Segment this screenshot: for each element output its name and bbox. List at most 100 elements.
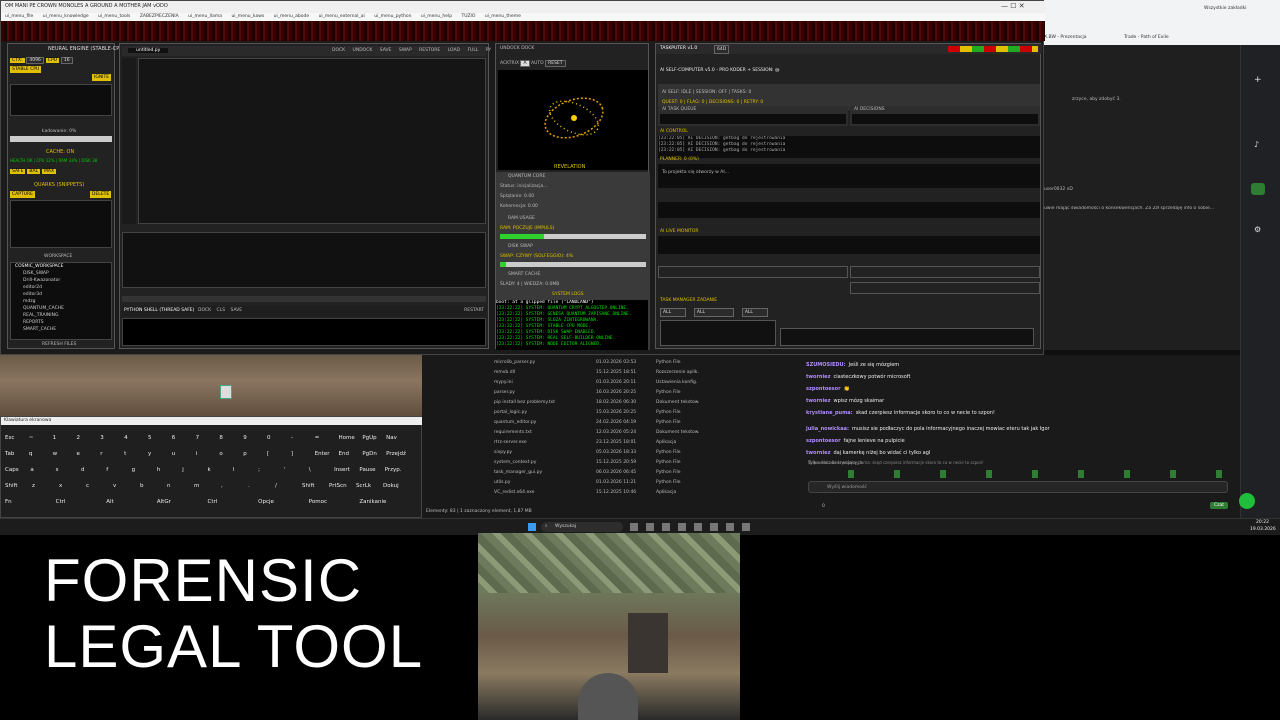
menu-item[interactable]: ui_menu_file (5, 14, 33, 19)
reset-button[interactable]: RESET (545, 60, 566, 67)
chat-input[interactable]: Wyślij wiadomość (808, 481, 1228, 493)
task-list[interactable] (660, 320, 776, 346)
menu-item[interactable]: ui_menu_theme (485, 14, 521, 19)
keyboard-key[interactable]: 0 (267, 435, 271, 441)
keyboard-key[interactable]: 8 (219, 435, 223, 441)
keyboard-key[interactable]: Przyp. (385, 467, 402, 473)
keyboard-key[interactable]: 5 (148, 435, 152, 441)
file-row[interactable]: mmvb.dll 15.12.2025 18:51 Rozszerzenie apl… (422, 368, 800, 378)
keyboard-key[interactable]: m (194, 483, 199, 489)
keyboard-key[interactable]: h (157, 467, 161, 473)
file-row[interactable]: parser.py 16.03.2026 20:25 Python File (422, 388, 800, 398)
keyboard-key[interactable]: g (132, 467, 136, 473)
keyboard-key[interactable]: Pause (359, 467, 375, 473)
refresh-button[interactable]: REFRESH FILES (42, 342, 76, 347)
auto-checkbox[interactable]: AUTO (531, 61, 544, 66)
keyboard-key[interactable]: l (233, 467, 235, 473)
keyboard-key[interactable]: - (291, 435, 293, 441)
tab-untitled[interactable]: untitled.py (128, 48, 169, 53)
filter-select[interactable]: ALL (741, 308, 768, 317)
keyboard-key[interactable]: PrtScn (329, 483, 347, 489)
actrix-select[interactable]: A (520, 60, 530, 67)
menu-item[interactable]: ui_menu_tools (98, 14, 130, 19)
keyboard-key[interactable]: Ctrl (208, 499, 218, 505)
keyboard-key[interactable]: Pomoc (309, 499, 327, 505)
chat-message[interactable]: tworniez wpisz mózg skaimar (806, 398, 884, 404)
keyboard-key[interactable]: / (275, 483, 277, 489)
chat-username[interactable]: szpontoesor (806, 386, 841, 392)
search-box[interactable]: Wyszukaj ⌕ (541, 522, 623, 532)
input-box[interactable] (658, 202, 1040, 218)
filter-select[interactable]: ALL (693, 308, 734, 317)
keyboard-key[interactable]: t (124, 451, 126, 457)
tree-item[interactable]: REAL_TRAINING (23, 313, 123, 318)
chat-message[interactable]: SZUMOSIEDU: Jeśli ze się mózgiem (806, 362, 899, 368)
chat-username[interactable]: szpontoesor (806, 438, 841, 444)
file-row[interactable]: utils.py 01.03.2026 11:21 Python File (422, 478, 800, 488)
keyboard-key[interactable]: e (76, 451, 79, 457)
chat-message[interactable]: szpontoesor 👏 (806, 386, 850, 392)
chat-icon[interactable] (1251, 183, 1265, 195)
task-details[interactable] (780, 328, 1034, 346)
keyboard-key[interactable]: 9 (243, 435, 247, 441)
menu-item[interactable]: ui_menu_help (421, 14, 452, 19)
keyboard-key[interactable]: Zanikanie (359, 499, 386, 505)
keyboard-key[interactable]: Shift (302, 483, 315, 489)
file-row[interactable]: pip install bez problemy.txt 18.02.2026 0… (422, 398, 800, 408)
delete-button[interactable]: DELETE (90, 191, 112, 198)
undock-button[interactable]: UNDOCK (500, 46, 520, 51)
keyboard-key[interactable]: Opcje (258, 499, 274, 505)
chat-message[interactable]: julia_nowickaa: musisz sie podłaczyc do p… (806, 426, 1050, 432)
keyboard-key[interactable]: w (53, 451, 58, 457)
plus-icon[interactable]: + (1254, 75, 1262, 85)
tree-item[interactable]: QUANTUM_CACHE (23, 306, 123, 311)
chat-username[interactable]: tworniez (806, 450, 831, 456)
keyboard-key[interactable]: j (182, 467, 184, 473)
monitor-right-2[interactable] (850, 282, 1040, 294)
keyboard-key[interactable]: v (113, 483, 116, 489)
keyboard-key[interactable]: x (59, 483, 62, 489)
file-row[interactable]: task_manager_gui.py 06.03.2026 06:45 Pytho… (422, 468, 800, 478)
decisions-list[interactable] (852, 114, 1038, 124)
tree-item[interactable]: editor3d (23, 292, 123, 297)
keyboard-key[interactable]: = (315, 435, 320, 441)
chat-message[interactable]: tworniez ciasteczkowy potwór microsoft (806, 374, 910, 380)
keyboard-key[interactable]: . (248, 483, 250, 489)
chat-message[interactable]: tworniez daj kamerkę niżej bo widać ci ty… (806, 450, 930, 456)
file-row[interactable]: rtrz-server.exe 23.12.2025 18:01 Aplikacja (422, 438, 800, 448)
tree-item[interactable]: mdzg (23, 299, 123, 304)
keyboard-key[interactable]: z (32, 483, 35, 489)
tree-item[interactable]: COSMIC_WORKSPACE (15, 264, 115, 269)
ctx-input[interactable]: 4096 (26, 57, 44, 64)
keyboard-key[interactable]: p (243, 451, 247, 457)
browser-bookmark[interactable]: Trade - Path of Exile (1124, 35, 1169, 40)
save-button[interactable]: SAVE (380, 48, 392, 53)
load-full-button[interactable]: LOAD FULL (448, 48, 479, 53)
menu-item[interactable]: TUZIO (462, 14, 476, 19)
keyboard-key[interactable]: o (219, 451, 222, 457)
keyboard-key[interactable]: 4 (124, 435, 128, 441)
menu-item[interactable]: ui_menu_python (374, 14, 411, 19)
keyboard-key[interactable]: r (100, 451, 102, 457)
window-controls[interactable]: — ☐ ✕ (1001, 2, 1025, 10)
restart-button[interactable]: RESTART (464, 308, 484, 313)
keyboard-key[interactable]: , (221, 483, 223, 489)
keyboard-key[interactable]: a (30, 467, 33, 473)
task-queue-list[interactable] (660, 114, 846, 124)
chat-username[interactable]: SZUMOSIEDU: (806, 362, 846, 368)
chat-message[interactable]: krystiane_puma: skad czerpiesz informacje… (806, 410, 995, 416)
keyboard-key[interactable]: Caps (5, 467, 19, 473)
keyboard-key[interactable]: Dokuj (383, 483, 399, 489)
cpu-input[interactable]: 16 (60, 57, 73, 64)
keyboard-key[interactable]: ; (258, 467, 260, 473)
keyboard-key[interactable]: q (29, 451, 33, 457)
file-row[interactable]: portal_logic.py 15.03.2026 20:25 Python Fi… (422, 408, 800, 418)
actrix-label[interactable]: ACKTRIX (500, 61, 519, 66)
keyboard-key[interactable]: Nav (386, 435, 397, 441)
file-row[interactable]: quantum_editor.py 24.02.2026 04:19 Python … (422, 418, 800, 428)
keyboard-key[interactable]: [ (267, 451, 269, 457)
keyboard-key[interactable]: c (86, 483, 89, 489)
shell-save-button[interactable]: SAVE (231, 308, 243, 313)
emote-bar[interactable] (808, 470, 1228, 478)
keyboard-key[interactable]: PgUp (362, 435, 376, 441)
